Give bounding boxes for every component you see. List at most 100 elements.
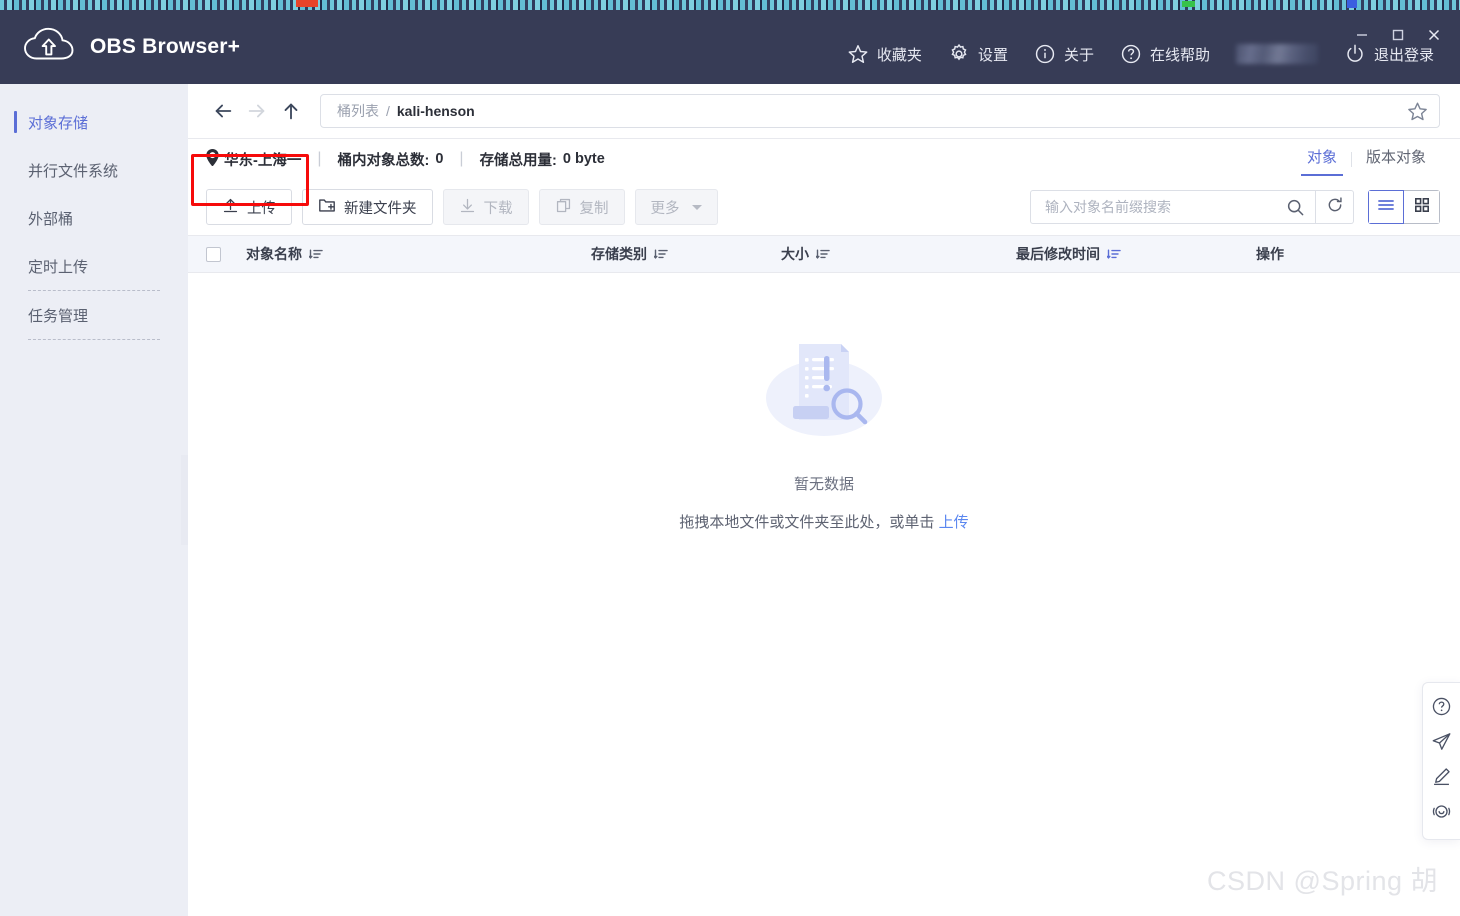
new-folder-icon — [318, 197, 336, 218]
sidebar-item-object-storage[interactable]: 对象存储 — [0, 98, 188, 146]
refresh-button[interactable] — [1316, 190, 1354, 224]
close-button[interactable] — [1416, 20, 1452, 50]
list-view-button[interactable] — [1368, 190, 1404, 224]
more-button[interactable]: 更多 — [634, 189, 718, 225]
info-divider-1: | — [317, 150, 322, 167]
new-folder-button-label: 新建文件夹 — [344, 200, 417, 217]
download-button[interactable]: 下载 — [442, 189, 529, 225]
refresh-icon — [1326, 196, 1344, 219]
column-storage-class: 存储类别 — [591, 244, 781, 264]
breadcrumb-bar: 桶列表 / kali-henson — [188, 84, 1460, 139]
select-all-cell — [206, 246, 246, 262]
nav-up-button[interactable] — [274, 94, 308, 128]
object-count-value: 0 — [435, 151, 444, 167]
grid-view-icon — [1414, 197, 1430, 218]
select-all-checkbox[interactable] — [206, 246, 221, 262]
floating-side-toolbar — [1422, 682, 1460, 840]
search-input[interactable] — [1045, 199, 1286, 215]
empty-state-title: 暂无数据 — [793, 476, 854, 493]
sort-icon[interactable] — [654, 248, 668, 260]
sidebar-item-label: 外部桶 — [28, 210, 74, 228]
upload-button[interactable]: 上传 — [206, 189, 292, 225]
new-folder-button[interactable]: 新建文件夹 — [302, 189, 433, 225]
location-pin-icon — [206, 148, 219, 170]
breadcrumb-root-link[interactable]: 桶列表 — [337, 101, 379, 121]
search-icon[interactable] — [1286, 198, 1305, 217]
float-satisfaction-button[interactable] — [1429, 801, 1455, 827]
column-storage-class-label: 存储类别 — [591, 246, 647, 262]
header-favorites-button[interactable]: 收藏夹 — [847, 43, 922, 65]
copy-button-label: 复制 — [579, 200, 609, 217]
header-about-label: 关于 — [1063, 46, 1094, 64]
maximize-button[interactable] — [1380, 20, 1416, 50]
breadcrumb-separator: / — [386, 103, 390, 119]
column-last-modified: 最后修改时间 — [1016, 244, 1256, 264]
object-tabs: 对象 版本对象 — [1293, 142, 1440, 176]
sidebar-item-label: 定时上传 — [28, 258, 89, 276]
header-online-help-button[interactable]: 在线帮助 — [1120, 43, 1210, 65]
username-blurred — [1235, 44, 1318, 64]
sidebar-item-scheduled-upload[interactable]: 定时上传 — [0, 242, 188, 290]
tab-version-objects-label: 版本对象 — [1365, 149, 1426, 166]
app-brand: OBS Browser+ — [0, 27, 240, 67]
column-operations-label: 操作 — [1256, 246, 1284, 262]
bucket-info-bar: 华东-上海一 | 桶内对象总数: 0 | 存储总用量: 0 byte 对象 版本… — [188, 139, 1460, 179]
star-outline-icon[interactable] — [1406, 100, 1429, 123]
tab-objects[interactable]: 对象 — [1293, 142, 1351, 176]
nav-forward-button[interactable] — [240, 94, 274, 128]
empty-state-hint-text: 拖拽本地文件或文件夹至此处，或单击 — [679, 514, 939, 531]
nav-back-button[interactable] — [206, 94, 240, 128]
empty-state-hint: 拖拽本地文件或文件夹至此处，或单击 上传 — [679, 511, 968, 532]
search-box[interactable] — [1030, 190, 1316, 224]
column-last-modified-label: 最后修改时间 — [1016, 246, 1100, 262]
background-window-strip — [0, 0, 1460, 10]
cloud-upload-icon — [22, 27, 76, 67]
sidebar-item-task-management[interactable]: 任务管理 — [0, 291, 188, 339]
sidebar-item-label: 并行文件系统 — [28, 162, 119, 180]
empty-document-search-icon — [755, 328, 893, 453]
column-operations: 操作 — [1256, 244, 1460, 264]
more-button-label: 更多 — [650, 200, 680, 217]
storage-usage-value: 0 byte — [562, 151, 605, 167]
main-content: 桶列表 / kali-henson 华东-上海一 | 桶内对象总数: 0 | 存… — [188, 84, 1460, 916]
action-toolbar: 上传 新建文件夹 下载 复制 更多 输入对象名前缀搜索 — [188, 154, 1460, 235]
chevron-down-icon — [691, 204, 702, 210]
header-settings-button[interactable]: 设置 — [948, 43, 1008, 65]
list-view-icon — [1377, 198, 1395, 217]
app-title: OBS Browser+ — [90, 35, 241, 58]
grid-view-button[interactable] — [1404, 190, 1440, 224]
info-divider-2: | — [459, 150, 464, 167]
float-help-button[interactable] — [1429, 696, 1455, 722]
view-mode-toggle — [1368, 190, 1440, 224]
empty-state: 暂无数据 拖拽本地文件或文件夹至此处，或单击 上传 — [188, 273, 1460, 532]
float-feedback-button[interactable] — [1429, 731, 1455, 757]
column-size-label: 大小 — [781, 246, 809, 262]
sort-icon[interactable] — [816, 248, 830, 260]
window-controls — [1344, 20, 1452, 50]
smiley-chat-icon — [1431, 801, 1452, 827]
sort-icon[interactable] — [309, 248, 323, 260]
column-object-name: 对象名称 — [246, 244, 591, 264]
column-object-name-label: 对象名称 — [246, 246, 302, 262]
sidebar-item-parallel-fs[interactable]: 并行文件系统 — [0, 146, 188, 194]
object-count-label: 桶内对象总数: — [337, 152, 430, 169]
copy-button[interactable]: 复制 — [538, 189, 625, 225]
header-about-button[interactable]: 关于 — [1034, 43, 1094, 65]
upload-icon — [222, 197, 239, 218]
sidebar-item-label: 对象存储 — [28, 114, 89, 132]
tab-version-objects[interactable]: 版本对象 — [1352, 142, 1440, 176]
empty-state-upload-link[interactable]: 上传 — [939, 514, 969, 531]
sidebar-item-label: 任务管理 — [28, 307, 89, 325]
info-icon — [1034, 43, 1056, 65]
sidebar-item-external-bucket[interactable]: 外部桶 — [0, 194, 188, 242]
upload-button-label: 上传 — [247, 200, 276, 217]
breadcrumb-path-box[interactable]: 桶列表 / kali-henson — [320, 94, 1440, 128]
bucket-region: 华东-上海一 — [206, 148, 301, 170]
title-bar: OBS Browser+ 收藏夹 设置 关于 在线帮助 退出登录 — [0, 10, 1460, 84]
watermark: CSDN @Spring 胡 — [1207, 866, 1438, 896]
question-circle-icon — [1431, 696, 1452, 722]
minimize-button[interactable] — [1344, 20, 1380, 50]
float-write-button[interactable] — [1429, 766, 1455, 792]
pencil-icon — [1431, 766, 1452, 792]
sort-icon-active[interactable] — [1107, 248, 1121, 260]
